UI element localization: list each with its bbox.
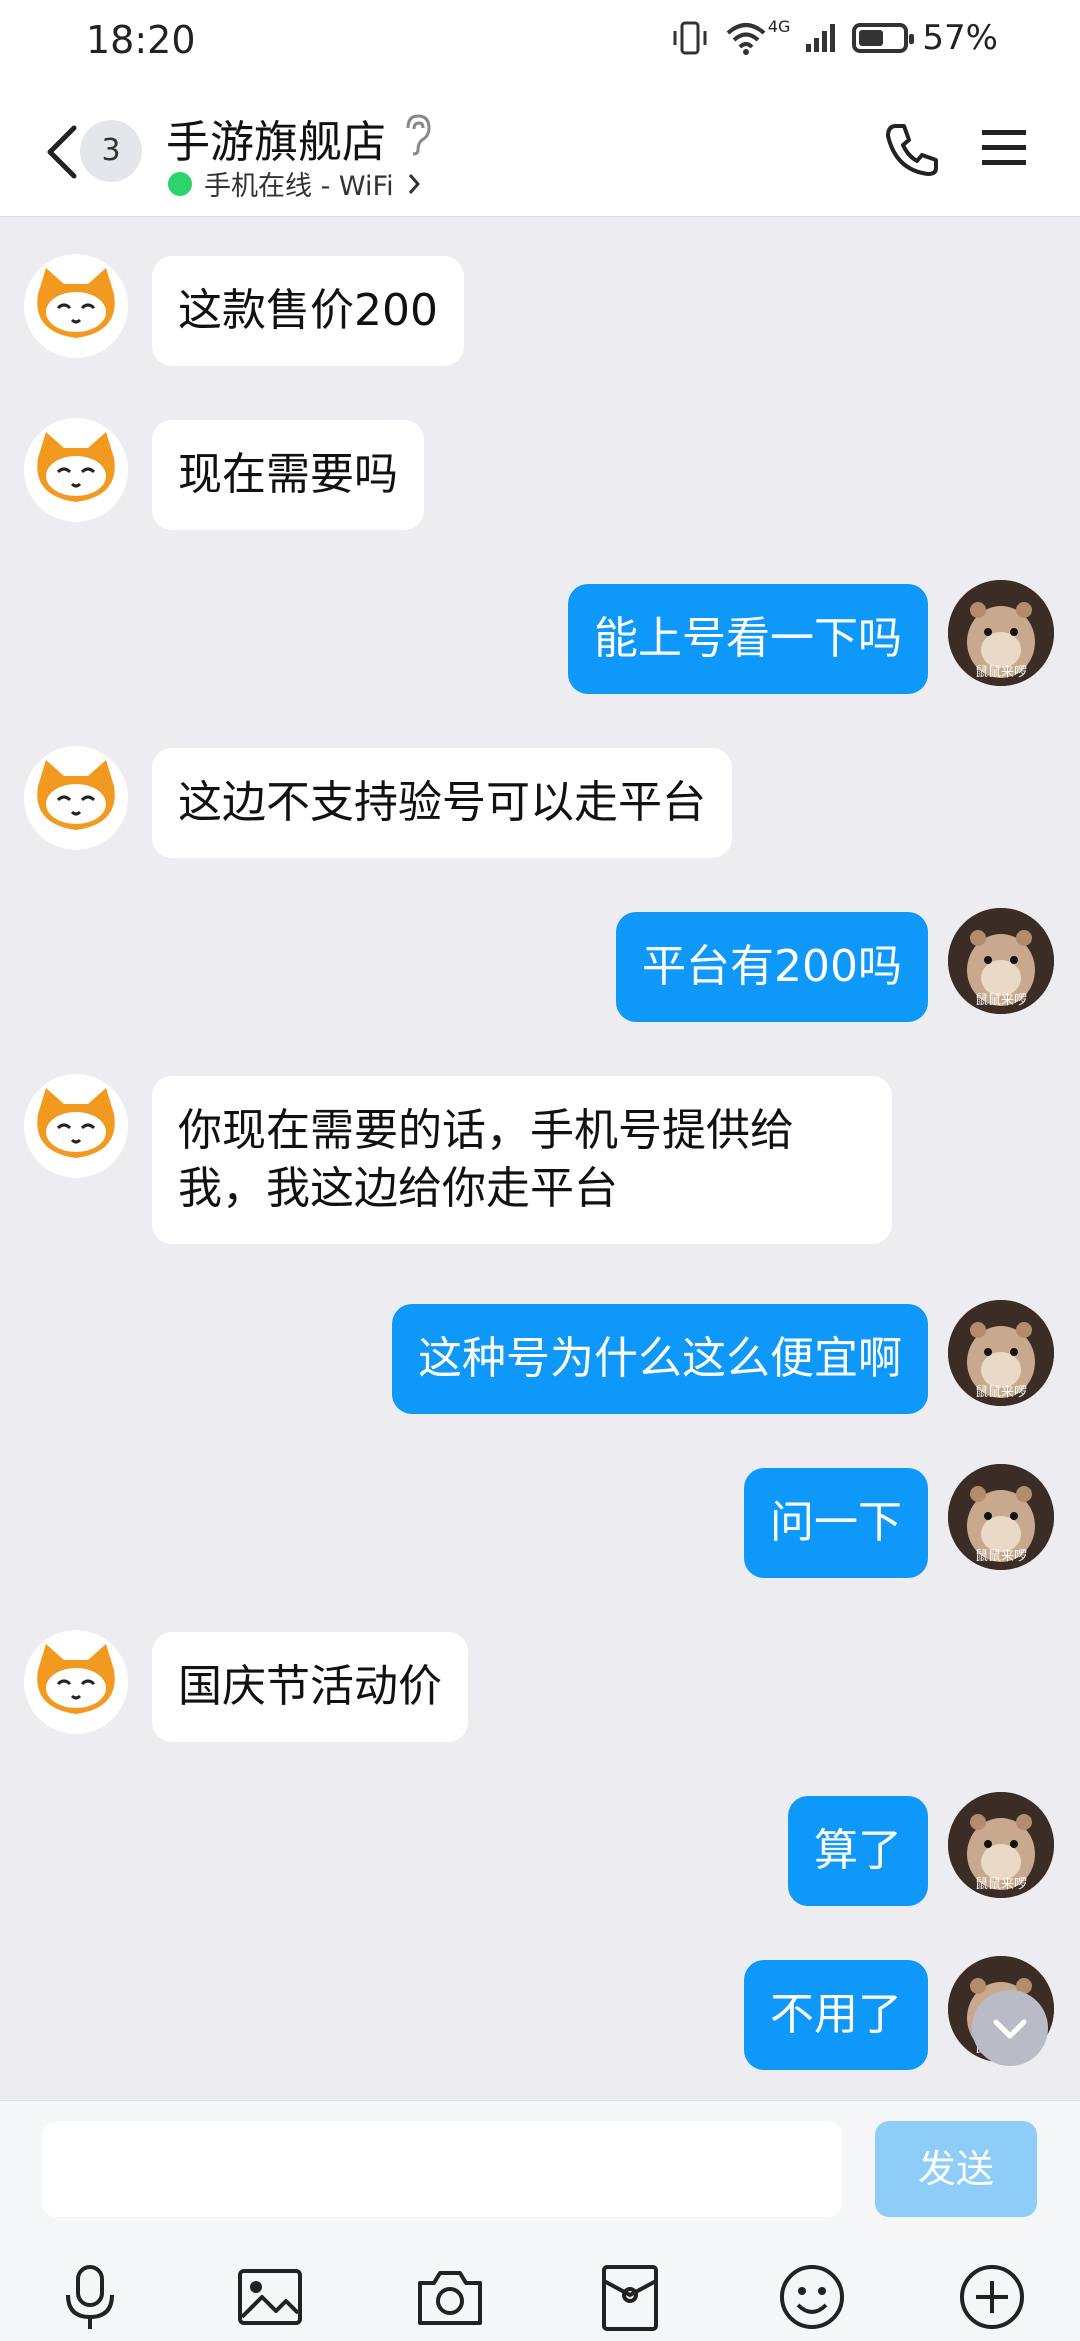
avatar-hamster[interactable]: 鼠鼠来啰 <box>948 908 1054 1014</box>
menu-icon[interactable] <box>980 124 1028 172</box>
avatar-caption: 鼠鼠来啰 <box>975 665 1027 680</box>
online-status-text: 手机在线 - WiFi <box>204 171 394 202</box>
plus-icon[interactable] <box>956 2261 1028 2333</box>
hamster-photo-icon: 鼠鼠来啰 <box>948 1792 1054 1898</box>
avatar-cat[interactable] <box>24 1074 128 1178</box>
send-button[interactable]: 发送 <box>875 2121 1037 2217</box>
input-bar: 发送 <box>0 2100 1080 2341</box>
message-bubble-outgoing[interactable]: 问一下 <box>744 1468 928 1578</box>
hamster-photo-icon: 鼠鼠来啰 <box>948 1464 1054 1570</box>
scroll-to-bottom-button[interactable] <box>972 1990 1048 2066</box>
avatar-hamster[interactable]: 鼠鼠来啰 <box>948 1792 1054 1898</box>
message-bubble-incoming[interactable]: 现在需要吗 <box>152 420 424 530</box>
online-status[interactable]: 手机在线 - WiFi <box>168 164 422 203</box>
online-dot <box>168 171 192 196</box>
hamster-photo-icon: 鼠鼠来啰 <box>948 1300 1054 1406</box>
avatar-hamster[interactable]: 鼠鼠来啰 <box>948 1464 1054 1570</box>
microphone-icon[interactable] <box>54 2261 126 2333</box>
avatar-caption: 鼠鼠来啰 <box>975 1877 1027 1892</box>
cat-face-icon <box>24 1074 128 1178</box>
avatar-caption: 鼠鼠来啰 <box>975 1549 1027 1564</box>
network-type: 4G <box>767 16 791 36</box>
message-bubble-outgoing[interactable]: 算了 <box>788 1796 928 1906</box>
back-arrow-icon[interactable] <box>38 122 86 182</box>
avatar-cat[interactable] <box>24 1630 128 1734</box>
phone-icon[interactable] <box>882 120 942 180</box>
cat-face-icon <box>24 418 128 522</box>
avatar-caption: 鼠鼠来啰 <box>975 993 1027 1008</box>
chat-title[interactable]: 手游旗舰店 <box>166 106 386 170</box>
avatar-cat[interactable] <box>24 254 128 358</box>
wifi-icon <box>726 23 766 55</box>
message-bubble-incoming[interactable]: 国庆节活动价 <box>152 1632 468 1742</box>
camera-icon[interactable] <box>414 2261 486 2333</box>
avatar-cat[interactable] <box>24 418 128 522</box>
avatar-hamster[interactable]: 鼠鼠来啰 <box>948 580 1054 686</box>
status-time: 18:20 <box>86 18 196 62</box>
image-icon[interactable] <box>234 2261 306 2333</box>
cat-face-icon <box>24 1630 128 1734</box>
avatar-cat[interactable] <box>24 746 128 850</box>
status-bar: 18:20 4G 57% <box>0 0 1080 84</box>
message-bubble-outgoing[interactable]: 平台有200吗 <box>616 912 928 1022</box>
message-bubble-incoming[interactable]: 你现在需要的话，手机号提供给我，我这边给你走平台 <box>152 1076 892 1244</box>
hamster-photo-icon: 鼠鼠来啰 <box>948 580 1054 686</box>
message-bubble-incoming[interactable]: 这款售价200 <box>152 256 464 366</box>
vibrate-icon <box>673 21 707 55</box>
avatar-caption: 鼠鼠来啰 <box>975 1385 1027 1400</box>
message-bubble-outgoing[interactable]: 这种号为什么这么便宜啊 <box>392 1304 928 1414</box>
message-bubble-incoming[interactable]: 这边不支持验号可以走平台 <box>152 748 732 858</box>
cat-face-icon <box>24 254 128 358</box>
unread-badge[interactable]: 3 <box>80 120 142 182</box>
status-icons: 4G 57% <box>670 16 998 58</box>
chat-header: 3 手游旗舰店 手机在线 - WiFi <box>0 84 1080 217</box>
red-packet-icon[interactable] <box>594 2261 666 2333</box>
message-bubble-outgoing[interactable]: 能上号看一下吗 <box>568 584 928 694</box>
message-bubble-outgoing[interactable]: 不用了 <box>744 1960 928 2070</box>
message-input[interactable] <box>42 2121 842 2217</box>
signal-icon <box>806 24 836 52</box>
battery-icon <box>852 23 915 53</box>
chevron-down-icon <box>993 2019 1027 2039</box>
battery-percent: 57% <box>922 18 998 58</box>
chevron-right-icon <box>408 173 420 194</box>
ear-icon[interactable] <box>400 112 434 156</box>
message-list[interactable]: 这款售价200 现在需要吗 鼠鼠来啰 能上号看一下吗 这边不支持验号可以走平台 … <box>0 216 1080 2096</box>
cat-face-icon <box>24 746 128 850</box>
avatar-hamster[interactable]: 鼠鼠来啰 <box>948 1300 1054 1406</box>
hamster-photo-icon: 鼠鼠来啰 <box>948 908 1054 1014</box>
emoji-icon[interactable] <box>776 2261 848 2333</box>
